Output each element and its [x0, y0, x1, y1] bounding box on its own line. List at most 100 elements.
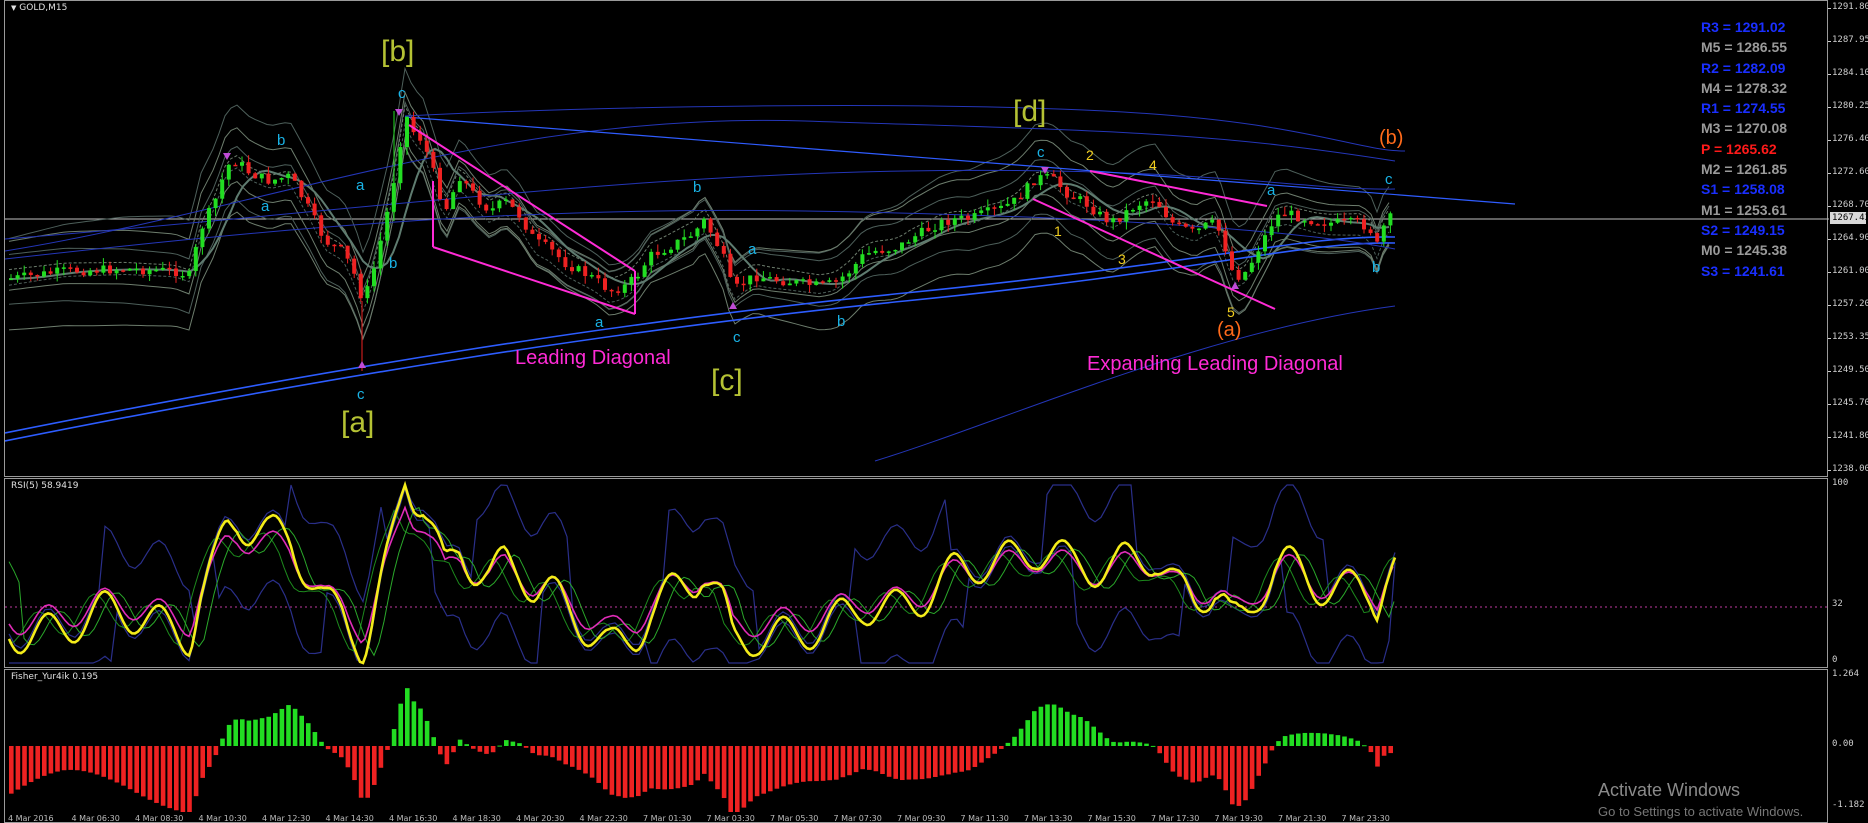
candle-body	[180, 276, 185, 278]
fisher-pane[interactable]: Fisher_Yur4ik 0.195	[4, 669, 1828, 823]
fisher-histogram-bar	[1315, 733, 1321, 746]
axis-tick-label: 1291.80	[1832, 2, 1868, 12]
candle-body	[1071, 197, 1076, 200]
fisher-histogram-bar	[1038, 706, 1044, 746]
fisher-histogram-bar	[913, 746, 918, 780]
chart-menu-arrow-icon[interactable]: ▼	[11, 4, 16, 12]
candle-body	[68, 267, 73, 269]
candle-body	[754, 275, 759, 282]
candle-body	[807, 279, 812, 285]
fisher-histogram-bar	[75, 746, 80, 771]
leading-diagonal-annotation: Leading Diagonal	[515, 347, 671, 369]
candle-body	[801, 279, 805, 281]
candle-body	[42, 271, 46, 277]
fisher-histogram-bar	[504, 740, 509, 746]
candle-body	[1150, 201, 1155, 203]
candle-body	[438, 167, 442, 200]
fisher-histogram-bar	[477, 746, 483, 752]
candle-body	[933, 230, 937, 232]
wave-label-minor-b: b	[389, 255, 398, 272]
pivot-level: P = 1265.62	[1701, 140, 1777, 157]
fisher-histogram-bar	[1216, 746, 1222, 780]
candle-body	[669, 249, 673, 253]
fisher-histogram-bar	[715, 746, 720, 790]
candle-body	[867, 253, 871, 255]
fisher-axis-label: 1.264	[1832, 669, 1860, 679]
fisher-histogram-bar	[860, 746, 865, 770]
fisher-histogram-bar	[695, 746, 700, 781]
fisher-histogram-bar	[1197, 746, 1202, 782]
wave-label-minor-b: b	[837, 313, 846, 330]
candle-body	[741, 283, 746, 286]
candle-body	[550, 241, 555, 250]
fisher-histogram-bar	[622, 746, 628, 798]
time-axis-label: 7 Mar 21:30	[1278, 814, 1327, 823]
candle-body	[1164, 207, 1168, 218]
candle-body	[385, 211, 390, 241]
fisher-histogram-bar	[207, 746, 212, 767]
fisher-histogram-bar	[906, 746, 912, 780]
candle-body	[1302, 221, 1307, 223]
candle-body	[101, 265, 106, 273]
fisher-histogram-bar	[1025, 720, 1030, 746]
axis-tick-label: 1253.35	[1832, 332, 1868, 342]
fisher-histogram-bar	[490, 746, 496, 753]
fisher-histogram-bar	[352, 746, 357, 781]
fisher-histogram-bar	[675, 746, 681, 789]
time-axis-label: 4 Mar 14:30	[325, 814, 374, 823]
candle-body	[860, 254, 865, 264]
fisher-histogram-bar	[556, 746, 562, 761]
fisher-histogram-bar	[1296, 733, 1301, 746]
fisher-histogram-bar	[411, 701, 417, 746]
fisher-histogram-bar	[708, 746, 714, 782]
fisher-histogram-bar	[154, 746, 159, 803]
fisher-histogram-bar	[972, 746, 978, 767]
axis-tick	[1828, 371, 1831, 372]
candle-body	[906, 242, 911, 244]
fisher-histogram-bar	[246, 720, 252, 746]
candle-body	[15, 275, 20, 279]
candle-body	[504, 199, 508, 202]
candle-body	[629, 276, 634, 285]
fisher-histogram-bar	[1177, 746, 1182, 777]
fisher-histogram-bar	[926, 746, 931, 779]
candle-body	[471, 183, 475, 191]
fisher-histogram-bar	[721, 746, 727, 799]
candle-body	[35, 274, 40, 277]
fisher-canvas	[9, 688, 1393, 812]
fisher-histogram-bar	[1375, 746, 1380, 767]
fisher-histogram-bar	[1249, 746, 1255, 789]
fisher-histogram-bar	[523, 746, 529, 748]
wave-label-minor-b: b	[1372, 259, 1381, 276]
fisher-histogram-bar	[537, 746, 542, 756]
fisher-histogram-bar	[814, 746, 819, 782]
candle-body	[1289, 210, 1294, 216]
time-axis-label: 7 Mar 09:30	[897, 814, 946, 823]
candle-body	[1012, 197, 1017, 204]
pivot-level: S1 = 1258.08	[1701, 181, 1785, 198]
time-axis-label: 4 Mar 22:30	[579, 814, 628, 823]
candle-body	[893, 249, 898, 252]
candle-body	[939, 219, 944, 231]
axis-tick	[1828, 239, 1831, 240]
candle-body	[708, 218, 713, 233]
fisher-histogram-bar	[1276, 741, 1281, 746]
fisher-histogram-bar	[754, 746, 760, 797]
fisher-histogram-bar	[959, 746, 964, 772]
candle-body	[570, 267, 574, 272]
candle-body	[1342, 218, 1347, 221]
wave-label-c-major: [c]	[711, 364, 743, 397]
fisher-histogram-bar	[642, 746, 648, 792]
wave-label-minor-c: c	[1037, 144, 1045, 161]
price-chart-pane[interactable]: ▼ GOLD,M15 R3 = 1291.02 M5 = 1286.55 R2 = …	[4, 0, 1829, 477]
wave-label-minor-c: c	[1385, 171, 1393, 188]
candle-body	[193, 247, 198, 271]
candle-body	[880, 250, 885, 253]
candle-body	[642, 265, 647, 277]
rsi-pane[interactable]: RSI(5) 58.9419	[4, 478, 1829, 668]
fisher-histogram-bar	[299, 715, 304, 746]
wave-number-1: 1	[1054, 223, 1062, 239]
axis-tick	[1828, 140, 1831, 141]
candle-body	[959, 215, 964, 219]
fisher-histogram-bar	[530, 746, 535, 754]
